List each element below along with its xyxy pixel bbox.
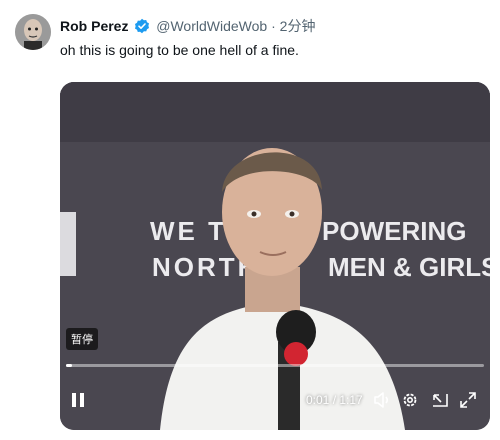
pause-tooltip: 暂停 [66,328,98,350]
timestamp[interactable]: 2分钟 [280,18,316,34]
separator-dot: · [271,18,276,34]
tweet-text: oh this is going to be one hell of a fin… [60,42,299,58]
fullscreen-icon[interactable] [458,390,478,410]
progress-bar[interactable] [66,364,484,367]
author-name[interactable]: Rob Perez [60,18,128,34]
author-handle[interactable]: @WorldWideWob [156,18,267,34]
verified-badge-icon [134,18,150,37]
video-frame: WE THE NORTH POWERING MEN & GIRLS [60,82,490,430]
tweet-header: Rob Perez @WorldWideWob · 2分钟 [60,16,315,37]
volume-icon[interactable] [372,390,392,410]
picture-in-picture-icon[interactable] [430,390,450,410]
pause-icon[interactable] [68,390,88,410]
svg-text:MEN & GIRLS: MEN & GIRLS [328,252,490,282]
video-controls: 0:01 / 1:17 [60,386,490,418]
video-player[interactable]: WE THE NORTH POWERING MEN & GIRLS 暂停 0:0… [60,82,490,430]
avatar[interactable] [15,14,51,50]
progress-fill [66,364,73,367]
svg-text:POWERING: POWERING [322,216,466,246]
tweet: Rob Perez @WorldWideWob · 2分钟 oh this is… [0,0,500,440]
timecode: 0:01 / 1:17 [306,393,363,407]
gear-icon[interactable] [400,390,420,410]
